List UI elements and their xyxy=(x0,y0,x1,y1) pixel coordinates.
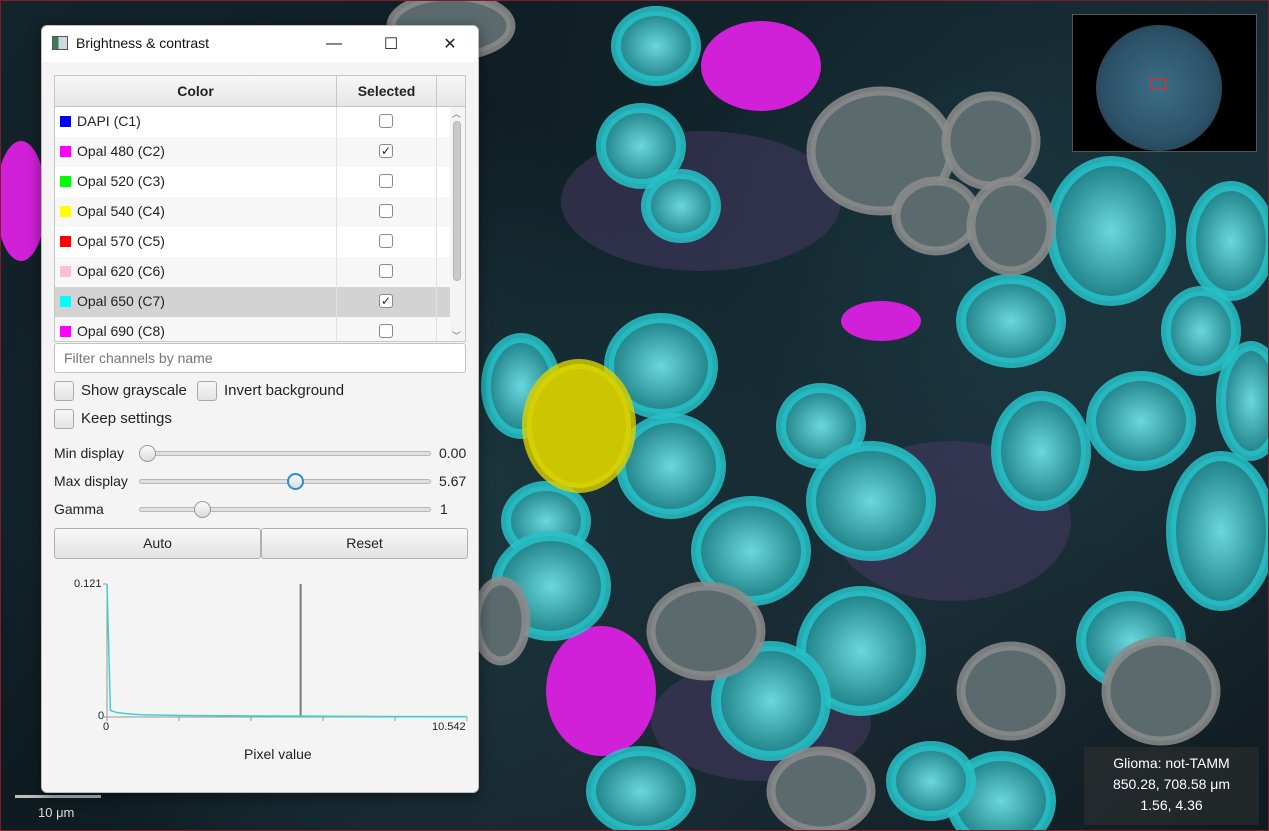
cell-divider xyxy=(336,257,337,287)
channel-color-swatch xyxy=(60,146,71,157)
table-row[interactable]: Opal 480 (C2) ✓ xyxy=(55,137,450,167)
show-grayscale-checkbox[interactable] xyxy=(54,381,74,401)
cell-divider xyxy=(436,287,437,317)
channel-name: DAPI (C1) xyxy=(77,113,141,129)
cell-divider xyxy=(336,227,337,257)
channel-color-swatch xyxy=(60,176,71,187)
cell-divider xyxy=(336,107,337,137)
scroll-up-arrow[interactable]: ︿ xyxy=(452,107,461,120)
gamma-label: Gamma xyxy=(54,501,104,517)
channel-name: Opal 540 (C4) xyxy=(77,203,165,219)
cell-divider xyxy=(336,287,337,317)
scale-bar-label: 10 μm xyxy=(38,805,75,820)
min-display-track[interactable] xyxy=(139,451,431,456)
histogram-plot xyxy=(103,583,468,721)
channel-selected-checkbox[interactable] xyxy=(379,204,393,218)
cell-divider xyxy=(436,257,437,287)
cell-divider xyxy=(436,137,437,167)
gamma-track[interactable] xyxy=(139,507,431,512)
cell-divider xyxy=(436,197,437,227)
cell-divider xyxy=(336,197,337,227)
title-bar[interactable]: Brightness & contrast — ☐ ✕ xyxy=(42,26,478,62)
channel-selected-checkbox[interactable] xyxy=(379,324,393,338)
app-icon xyxy=(52,36,68,50)
channel-selected-checkbox[interactable] xyxy=(379,234,393,248)
channel-color-swatch xyxy=(60,206,71,217)
gamma-value: 1 xyxy=(440,501,448,517)
info-class: Glioma: not-TAMM xyxy=(1113,755,1230,771)
cell-divider xyxy=(436,317,437,341)
table-row[interactable]: Opal 690 (C8) xyxy=(55,317,450,341)
table-row[interactable]: Opal 650 (C7) ✓ xyxy=(55,287,450,317)
column-header-color[interactable]: Color xyxy=(55,76,337,106)
channel-name: Opal 650 (C7) xyxy=(77,293,165,309)
max-display-value: 5.67 xyxy=(439,473,467,489)
channel-table: Color Selected DAPI (C1) Opal 480 (C2) ✓ Op… xyxy=(54,75,466,342)
scroll-down-arrow[interactable]: ﹀ xyxy=(452,329,461,341)
histogram-series-line xyxy=(106,583,468,718)
max-display-thumb[interactable] xyxy=(286,473,304,490)
show-grayscale-label: Show grayscale xyxy=(81,382,187,399)
scale-bar xyxy=(15,795,101,798)
overview-thumbnail[interactable] xyxy=(1072,14,1257,152)
overview-viewport-marker xyxy=(1150,78,1166,90)
channel-selected-checkbox[interactable]: ✓ xyxy=(379,144,393,158)
keep-settings-checkbox[interactable] xyxy=(54,409,74,429)
channel-name: Opal 690 (C8) xyxy=(77,323,165,339)
invert-background-label: Invert background xyxy=(224,382,345,399)
auto-button[interactable]: Auto xyxy=(54,528,261,559)
close-button[interactable]: ✕ xyxy=(428,26,472,62)
cell-divider xyxy=(336,137,337,167)
max-display-label: Max display xyxy=(54,473,128,489)
channel-selected-checkbox[interactable] xyxy=(379,174,393,188)
gamma-thumb[interactable] xyxy=(194,501,211,518)
maximize-button[interactable]: ☐ xyxy=(369,26,413,62)
channel-color-swatch xyxy=(60,116,71,127)
cell-divider xyxy=(336,317,337,341)
histogram-x-axis-label: Pixel value xyxy=(244,746,312,762)
channel-selected-checkbox[interactable] xyxy=(379,264,393,278)
dialog-title: Brightness & contrast xyxy=(76,35,210,51)
table-scrollbar[interactable]: ︿ ﹀ xyxy=(450,107,465,341)
table-row[interactable]: Opal 620 (C6) xyxy=(55,257,450,287)
table-row[interactable]: Opal 570 (C5) xyxy=(55,227,450,257)
channel-name: Opal 520 (C3) xyxy=(77,173,165,189)
table-row[interactable]: Opal 540 (C4) xyxy=(55,197,450,227)
table-row[interactable]: Opal 520 (C3) xyxy=(55,167,450,197)
channel-name: Opal 620 (C6) xyxy=(77,263,165,279)
channel-name: Opal 480 (C2) xyxy=(77,143,165,159)
channel-color-swatch xyxy=(60,266,71,277)
cursor-info-box: Glioma: not-TAMM 850.28, 708.58 μm 1.56,… xyxy=(1084,747,1259,825)
filter-channels-input[interactable] xyxy=(54,343,466,373)
cell-divider xyxy=(436,227,437,257)
invert-background-checkbox[interactable] xyxy=(197,381,217,401)
info-coordinates: 850.28, 708.58 μm xyxy=(1112,776,1231,792)
cell-divider xyxy=(436,167,437,197)
min-display-label: Min display xyxy=(54,445,125,461)
channel-color-swatch xyxy=(60,296,71,307)
channel-color-swatch xyxy=(60,326,71,337)
min-display-value: 0.00 xyxy=(439,445,467,461)
cell-divider xyxy=(336,167,337,197)
channel-color-swatch xyxy=(60,236,71,247)
info-values: 1.56, 4.36 xyxy=(1140,797,1203,813)
keep-settings-label: Keep settings xyxy=(81,410,172,427)
histogram: 0.121 0 0 10.542 Pixel value xyxy=(54,566,474,776)
scroll-thumb[interactable] xyxy=(453,121,461,281)
channel-name: Opal 570 (C5) xyxy=(77,233,165,249)
minimize-button[interactable]: — xyxy=(312,26,356,62)
cell-divider xyxy=(436,107,437,137)
table-row[interactable]: DAPI (C1) xyxy=(55,107,450,137)
channel-selected-checkbox[interactable] xyxy=(379,114,393,128)
max-display-track[interactable] xyxy=(139,479,431,484)
reset-button[interactable]: Reset xyxy=(261,528,468,559)
min-display-thumb[interactable] xyxy=(139,445,156,462)
brightness-contrast-dialog: Brightness & contrast — ☐ ✕ Color Select… xyxy=(41,25,479,793)
channel-selected-checkbox[interactable]: ✓ xyxy=(379,294,393,308)
table-header: Color Selected xyxy=(55,76,465,107)
column-header-selected[interactable]: Selected xyxy=(337,76,437,106)
